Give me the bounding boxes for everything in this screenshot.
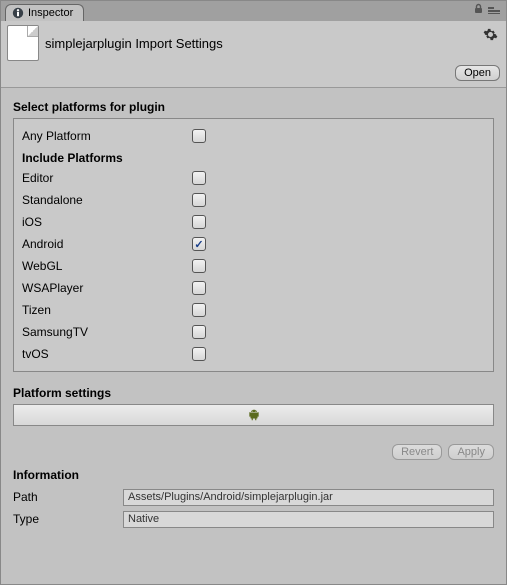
- platform-row: Editor: [22, 167, 485, 189]
- platform-label: tvOS: [22, 347, 192, 361]
- lock-icon[interactable]: [473, 3, 484, 14]
- any-platform-checkbox[interactable]: [192, 129, 206, 143]
- open-button[interactable]: Open: [455, 65, 500, 81]
- platform-settings-tabbar: [13, 404, 494, 426]
- platform-checkbox[interactable]: [192, 303, 206, 317]
- file-icon: [7, 25, 39, 61]
- select-platforms-heading: Select platforms for plugin: [13, 100, 494, 114]
- panel-menu-icon[interactable]: [488, 4, 500, 14]
- platform-label: Tizen: [22, 303, 192, 317]
- platform-row: SamsungTV: [22, 321, 485, 343]
- type-field: Native: [123, 511, 494, 528]
- tab-title: Inspector: [28, 7, 73, 19]
- apply-button[interactable]: Apply: [448, 444, 494, 460]
- platform-row: WSAPlayer: [22, 277, 485, 299]
- inspector-content: Select platforms for plugin Any Platform…: [1, 88, 506, 584]
- android-icon[interactable]: [247, 408, 261, 422]
- platform-label: WebGL: [22, 259, 192, 273]
- platform-checkbox[interactable]: [192, 215, 206, 229]
- platform-row: Standalone: [22, 189, 485, 211]
- platform-label: iOS: [22, 215, 192, 229]
- path-label: Path: [13, 490, 123, 504]
- path-field: Assets/Plugins/Android/simplejarplugin.j…: [123, 489, 494, 506]
- platform-row: iOS: [22, 211, 485, 233]
- inspector-header: simplejarplugin Import Settings Open: [1, 21, 506, 88]
- info-icon: [12, 7, 24, 19]
- inspector-panel: Inspector simplejarplugin Import Setting…: [0, 0, 507, 585]
- platform-label: WSAPlayer: [22, 281, 192, 295]
- platform-row: WebGL: [22, 255, 485, 277]
- platform-settings-heading: Platform settings: [13, 386, 494, 400]
- platform-checkbox[interactable]: [192, 193, 206, 207]
- platform-checkbox[interactable]: ✓: [192, 237, 206, 251]
- asset-title: simplejarplugin Import Settings: [45, 36, 223, 51]
- platform-row: Tizen: [22, 299, 485, 321]
- any-platform-label: Any Platform: [22, 129, 192, 143]
- platform-label: Editor: [22, 171, 192, 185]
- platform-label: Standalone: [22, 193, 192, 207]
- type-label: Type: [13, 512, 123, 526]
- platform-checkbox[interactable]: [192, 325, 206, 339]
- tab-bar: Inspector: [1, 1, 506, 21]
- platform-row: tvOS: [22, 343, 485, 365]
- platforms-box: Any Platform Include Platforms Editor Sta…: [13, 118, 494, 372]
- gear-icon[interactable]: [483, 27, 498, 42]
- platform-label: SamsungTV: [22, 325, 192, 339]
- platform-checkbox[interactable]: [192, 281, 206, 295]
- platform-row: Android✓: [22, 233, 485, 255]
- platform-checkbox[interactable]: [192, 347, 206, 361]
- include-platforms-heading: Include Platforms: [22, 151, 485, 165]
- platform-label: Android: [22, 237, 192, 251]
- any-platform-row: Any Platform: [22, 125, 485, 147]
- revert-button[interactable]: Revert: [392, 444, 442, 460]
- inspector-tab[interactable]: Inspector: [5, 4, 84, 21]
- information-heading: Information: [13, 468, 494, 482]
- platform-checkbox[interactable]: [192, 171, 206, 185]
- platform-checkbox[interactable]: [192, 259, 206, 273]
